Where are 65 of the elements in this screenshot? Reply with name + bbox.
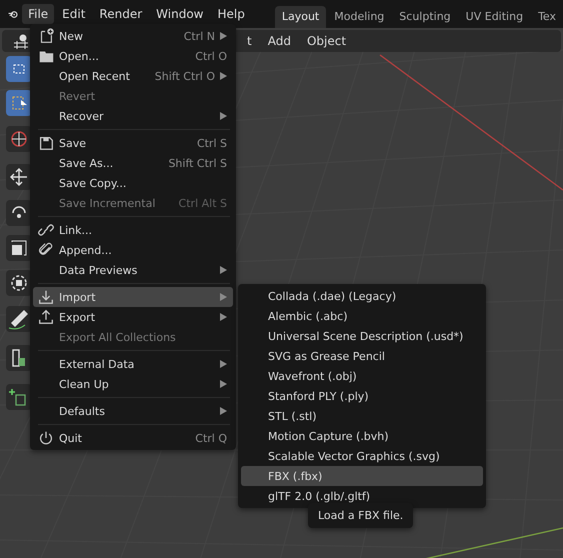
menu-item[interactable]: Motion Capture (.bvh) [241,426,483,446]
menu-item[interactable]: FBX (.fbx) [241,466,483,486]
tool-button[interactable] [6,90,32,116]
menu-bar-item[interactable]: File [22,4,54,24]
menu-item[interactable]: Open... Ctrl O [33,46,233,66]
menu-item[interactable]: Recover [33,106,233,126]
header-menu-item[interactable]: t [247,34,252,48]
pencil-icon [8,308,30,330]
menu-item[interactable]: Defaults [33,401,233,421]
menu-item[interactable]: STL (.stl) [241,406,483,426]
menu-item-icon [37,134,55,152]
menu-item[interactable]: Wavefront (.obj) [241,366,483,386]
menu-item[interactable]: Link... [33,220,233,240]
tool-button[interactable] [6,56,32,82]
shortcut-label: Ctrl O [195,50,227,62]
menu-bar-item[interactable]: Window [150,4,210,24]
workspace-tab[interactable]: Sculpting [392,6,458,28]
shortcut-label: Ctrl Q [195,432,227,444]
mode-icon[interactable] [12,33,30,49]
menu-item[interactable]: Export [33,307,233,327]
workspace-tab[interactable]: Layout [274,6,326,28]
menu-item[interactable]: New Ctrl N [33,26,233,46]
workspace-tab[interactable]: UV Editing [458,6,530,28]
menu-bar-item[interactable]: Help [211,4,251,24]
tool-button[interactable] [6,200,32,226]
menu-bar-item[interactable]: Edit [56,4,92,24]
shortcut-label: Ctrl N [184,30,215,42]
menu-item[interactable]: Open Recent Shift Ctrl O [33,66,233,86]
menu-bar-item[interactable]: Render [93,4,148,24]
menu-item[interactable]: Data Previews [33,260,233,280]
menu-item[interactable]: Quit Ctrl Q [33,428,233,448]
menu-item[interactable]: Universal Scene Description (.usd*) [241,326,483,346]
shortcut-label: Ctrl S [196,136,227,150]
menu-item[interactable]: Save As... Shift Ctrl S [33,153,233,173]
tool-button[interactable] [6,235,32,261]
shortcut-label: Ctrl Alt S [178,196,227,210]
move-icon [8,166,30,188]
tool-button[interactable] [6,345,32,371]
menu-item[interactable]: Alembic (.abc) [241,306,483,326]
menu-item-icon [37,429,55,447]
menu-item[interactable]: Append... [33,240,233,260]
menu-item[interactable]: Clean Up [33,374,233,394]
shortcut-label: Shift Ctrl O [154,70,215,82]
header-menu-item[interactable]: Object [306,34,346,48]
workspace-tab[interactable]: Tex [531,6,563,28]
menu-item[interactable]: Import [33,287,233,307]
workspace-tab[interactable]: Modeling [327,6,392,28]
menu-item[interactable]: Save Ctrl S [33,133,233,153]
menu-item-icon [37,288,55,306]
tooltip: Load a FBX file. [308,503,414,528]
menu-item[interactable]: Scalable Vector Graphics (.svg) [241,446,483,466]
tool-button[interactable] [6,126,32,152]
menu-item[interactable]: Stanford PLY (.ply) [241,386,483,406]
header-menu-item[interactable]: Add [268,34,291,48]
menu-item[interactable]: Save Copy... [33,173,233,193]
menu-item-icon [37,308,55,326]
tool-button[interactable] [6,306,32,332]
menu-item[interactable]: Collada (.dae) (Legacy) [241,286,483,306]
tool-button[interactable] [6,270,32,296]
menu-item[interactable]: External Data [33,354,233,374]
tool-button[interactable] [6,384,32,410]
menu-item[interactable]: SVG as Grease Pencil [241,346,483,366]
menu-item[interactable]: glTF 2.0 (.glb/.gltf) [241,486,483,506]
tool-button[interactable] [6,164,32,190]
shortcut-label: Shift Ctrl S [168,156,227,170]
